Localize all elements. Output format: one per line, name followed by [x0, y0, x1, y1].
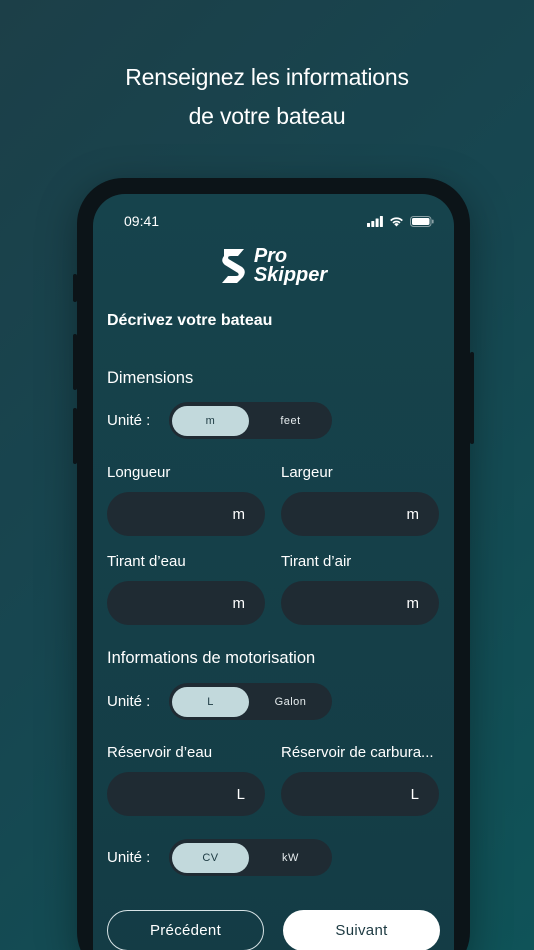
longueur-unit: m	[232, 505, 246, 523]
phone-mute-switch	[73, 274, 77, 302]
dimensions-unit-label: Unité :	[107, 412, 151, 429]
motor-unit-label: Unité :	[107, 693, 151, 710]
reservoir-carburant-input[interactable]: L	[281, 772, 439, 816]
phone-volume-up	[73, 334, 77, 390]
power-unit-label: Unité :	[107, 849, 151, 866]
motor-title: Informations de motorisation	[107, 649, 316, 667]
longueur-label: Longueur	[107, 464, 171, 481]
tirant-eau-label: Tirant d’eau	[107, 553, 186, 570]
unit-option-l[interactable]: L	[172, 686, 249, 717]
longueur-input[interactable]: m	[107, 492, 265, 536]
tirant-air-unit: m	[406, 594, 420, 612]
unit-option-galon[interactable]: Galon	[252, 687, 329, 717]
phone-frame: 09:41 Pro Skipper Décrivez votre bateau …	[73, 178, 474, 950]
app-screen: 09:41 Pro Skipper Décrivez votre bateau …	[93, 194, 454, 950]
logo-wordmark: Pro Skipper	[253, 246, 328, 286]
battery-icon	[410, 216, 434, 227]
status-time: 09:41	[124, 213, 160, 229]
largeur-input[interactable]: m	[281, 492, 439, 536]
motor-unit-toggle[interactable]: L Galon	[169, 683, 332, 720]
pro-skipper-logo-icon	[221, 249, 245, 283]
reservoir-carburant-label: Réservoir de carbura...	[281, 744, 434, 761]
power-unit-toggle[interactable]: CV kW	[169, 839, 332, 876]
headline-line-1: Renseignez les informations	[125, 64, 409, 90]
marketing-headline: Renseignez les informations de votre bat…	[0, 58, 534, 136]
next-button[interactable]: Suivant	[283, 910, 440, 950]
previous-button[interactable]: Précédent	[107, 910, 264, 950]
reservoir-eau-unit: L	[236, 785, 245, 803]
reservoir-eau-label: Réservoir d’eau	[107, 744, 213, 761]
status-icons	[367, 216, 434, 227]
tirant-air-input[interactable]: m	[281, 581, 439, 625]
dimensions-unit-toggle[interactable]: m feet	[169, 402, 332, 439]
unit-option-m[interactable]: m	[172, 405, 249, 436]
status-bar: 09:41	[93, 212, 454, 232]
phone-power-button	[470, 352, 474, 444]
largeur-label: Largeur	[281, 464, 333, 481]
largeur-unit: m	[406, 505, 420, 523]
reservoir-carburant-unit: L	[410, 785, 419, 803]
signal-icon	[367, 216, 383, 227]
reservoir-eau-input[interactable]: L	[107, 772, 265, 816]
wifi-icon	[390, 217, 403, 227]
tirant-eau-unit: m	[232, 594, 246, 612]
unit-option-kw[interactable]: kW	[252, 843, 329, 873]
unit-option-feet[interactable]: feet	[252, 406, 329, 436]
tirant-air-label: Tirant d’air	[281, 553, 352, 570]
app-logo: Pro Skipper	[93, 246, 454, 286]
tirant-eau-input[interactable]: m	[107, 581, 265, 625]
dimensions-title: Dimensions	[107, 369, 194, 387]
unit-option-cv[interactable]: CV	[172, 842, 249, 873]
headline-line-2: de votre bateau	[188, 103, 346, 129]
phone-volume-down	[73, 408, 77, 464]
page-title: Décrivez votre bateau	[107, 312, 273, 329]
logo-line-2: Skipper	[253, 264, 328, 286]
